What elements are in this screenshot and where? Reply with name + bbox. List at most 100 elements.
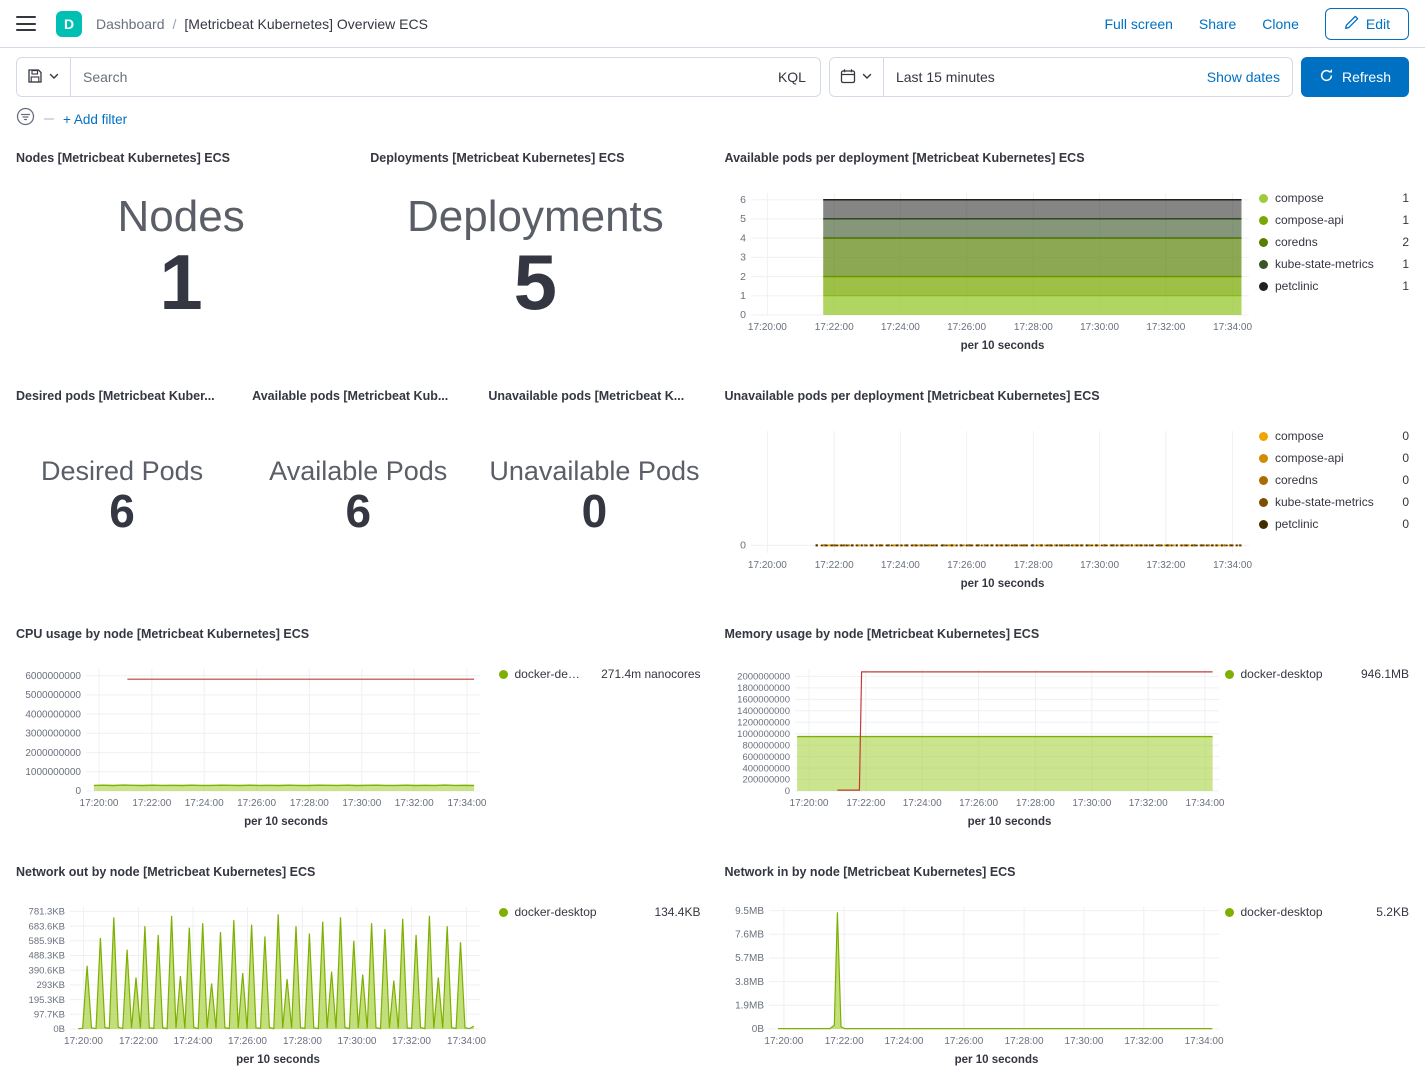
memory-usage-chart[interactable]: 17:20:0017:22:0017:24:0017:26:0017:28:00… bbox=[725, 663, 1225, 813]
legend-item[interactable]: compose-api0 bbox=[1259, 451, 1409, 465]
metric-body: Nodes 1 bbox=[16, 165, 346, 365]
panel-available-pods: Available pods [Metricbeat Kub... Availa… bbox=[244, 381, 472, 611]
panel-unavailable-pods-per-deployment: Unavailable pods per deployment [Metricb… bbox=[717, 381, 1418, 611]
panel-title[interactable]: Network out by node [Metricbeat Kubernet… bbox=[16, 865, 701, 879]
svg-text:17:24:00: 17:24:00 bbox=[902, 798, 941, 809]
legend-dot bbox=[499, 670, 508, 679]
panel-title[interactable]: Nodes [Metricbeat Kubernetes] ECS bbox=[16, 151, 346, 165]
legend-item[interactable]: docker-de…271.4m nanocores bbox=[499, 667, 701, 681]
kql-button[interactable]: KQL bbox=[764, 69, 820, 85]
show-dates-link[interactable]: Show dates bbox=[1195, 69, 1292, 85]
breadcrumb-dashboard-link[interactable]: Dashboard bbox=[96, 16, 165, 32]
legend-item[interactable]: petclinic0 bbox=[1259, 517, 1409, 531]
panel-title[interactable]: Desired pods [Metricbeat Kuber... bbox=[16, 389, 228, 403]
legend-value: 0 bbox=[1394, 429, 1409, 443]
xaxis-label: per 10 seconds bbox=[16, 816, 486, 828]
legend-label: coredns bbox=[1275, 473, 1318, 487]
svg-text:17:26:00: 17:26:00 bbox=[237, 798, 276, 809]
metric-label: Deployments bbox=[407, 192, 664, 242]
legend-item[interactable]: compose-api1 bbox=[1259, 213, 1409, 227]
legend-item[interactable]: coredns0 bbox=[1259, 473, 1409, 487]
chart-legend: docker-de…271.4m nanocores bbox=[499, 663, 701, 681]
time-range-text[interactable]: Last 15 minutes bbox=[884, 69, 1195, 85]
legend-item[interactable]: kube-state-metrics1 bbox=[1259, 257, 1409, 271]
breadcrumb-separator: / bbox=[173, 16, 177, 32]
saved-query-button[interactable] bbox=[17, 58, 71, 96]
unavailable-pods-per-deployment-chart[interactable]: 17:20:0017:22:0017:24:0017:26:0017:28:00… bbox=[725, 425, 1255, 575]
share-link[interactable]: Share bbox=[1199, 16, 1236, 32]
svg-text:17:26:00: 17:26:00 bbox=[959, 798, 998, 809]
edit-button[interactable]: Edit bbox=[1325, 8, 1409, 40]
svg-text:4000000000: 4000000000 bbox=[25, 709, 81, 720]
space-avatar[interactable]: D bbox=[56, 11, 82, 37]
legend-value: 5.2KB bbox=[1368, 905, 1409, 919]
xaxis-label: per 10 seconds bbox=[725, 340, 1255, 352]
panel-title[interactable]: Unavailable pods [Metricbeat K... bbox=[488, 389, 700, 403]
chart-legend: docker-desktop134.4KB bbox=[499, 901, 701, 919]
legend-value: 134.4KB bbox=[646, 905, 700, 919]
legend-item[interactable]: kube-state-metrics0 bbox=[1259, 495, 1409, 509]
svg-text:17:28:00: 17:28:00 bbox=[1015, 798, 1054, 809]
svg-text:17:20:00: 17:20:00 bbox=[747, 322, 786, 333]
hamburger-menu-icon[interactable] bbox=[16, 16, 36, 31]
add-filter-link[interactable]: + Add filter bbox=[63, 112, 127, 127]
refresh-button[interactable]: Refresh bbox=[1301, 57, 1409, 97]
svg-text:17:32:00: 17:32:00 bbox=[395, 798, 434, 809]
panel-memory-usage-by-node: Memory usage by node [Metricbeat Kuberne… bbox=[717, 619, 1418, 849]
metric-value: 5 bbox=[514, 242, 557, 324]
chart-legend: docker-desktop5.2KB bbox=[1225, 901, 1410, 919]
svg-text:17:30:00: 17:30:00 bbox=[342, 798, 381, 809]
fullscreen-link[interactable]: Full screen bbox=[1104, 16, 1172, 32]
legend-dot bbox=[1225, 908, 1234, 917]
svg-text:17:28:00: 17:28:00 bbox=[1013, 560, 1052, 571]
svg-text:683.6KB: 683.6KB bbox=[29, 921, 65, 932]
legend-item[interactable]: petclinic1 bbox=[1259, 279, 1409, 293]
panel-title[interactable]: Deployments [Metricbeat Kubernetes] ECS bbox=[370, 151, 700, 165]
svg-text:0: 0 bbox=[784, 786, 789, 797]
metric-value: 6 bbox=[109, 487, 135, 535]
panel-network-out-by-node: Network out by node [Metricbeat Kubernet… bbox=[8, 857, 709, 1087]
legend-item[interactable]: compose1 bbox=[1259, 191, 1409, 205]
panel-title[interactable]: Memory usage by node [Metricbeat Kuberne… bbox=[725, 627, 1410, 641]
legend-value: 271.4m nanocores bbox=[593, 667, 700, 681]
svg-text:1800000000: 1800000000 bbox=[737, 683, 790, 694]
legend-item[interactable]: compose0 bbox=[1259, 429, 1409, 443]
panel-title[interactable]: Network in by node [Metricbeat Kubernete… bbox=[725, 865, 1410, 879]
svg-text:17:32:00: 17:32:00 bbox=[1146, 560, 1185, 571]
filter-icon[interactable] bbox=[16, 107, 35, 131]
xaxis-label: per 10 seconds bbox=[725, 1054, 1225, 1066]
panel-cpu-usage-by-node: CPU usage by node [Metricbeat Kubernetes… bbox=[8, 619, 709, 849]
svg-text:17:28:00: 17:28:00 bbox=[283, 1036, 322, 1047]
svg-text:17:34:00: 17:34:00 bbox=[1185, 798, 1224, 809]
chart-block: 17:20:0017:22:0017:24:0017:26:0017:28:00… bbox=[725, 901, 1225, 1066]
legend-value: 1 bbox=[1394, 279, 1409, 293]
search-input[interactable] bbox=[71, 58, 764, 96]
network-in-chart[interactable]: 17:20:0017:22:0017:24:0017:26:0017:28:00… bbox=[725, 901, 1225, 1051]
network-out-chart[interactable]: 17:20:0017:22:0017:24:0017:26:0017:28:00… bbox=[16, 901, 486, 1051]
legend-dot bbox=[1259, 432, 1268, 441]
cpu-usage-chart[interactable]: 17:20:0017:22:0017:24:0017:26:0017:28:00… bbox=[16, 663, 486, 813]
svg-text:400000000: 400000000 bbox=[742, 763, 790, 774]
metric-label: Available Pods bbox=[269, 456, 447, 487]
chart-block: 17:20:0017:22:0017:24:0017:26:0017:28:00… bbox=[16, 663, 486, 828]
panel-title[interactable]: Available pods per deployment [Metricbea… bbox=[725, 151, 1410, 165]
svg-text:6000000000: 6000000000 bbox=[25, 671, 81, 682]
panel-title[interactable]: Unavailable pods per deployment [Metricb… bbox=[725, 389, 1410, 403]
panel-title[interactable]: Available pods [Metricbeat Kub... bbox=[252, 389, 464, 403]
xaxis-label: per 10 seconds bbox=[725, 816, 1225, 828]
calendar-button[interactable] bbox=[830, 58, 884, 96]
svg-text:17:30:00: 17:30:00 bbox=[1072, 798, 1111, 809]
chart-block: 17:20:0017:22:0017:24:0017:26:0017:28:00… bbox=[725, 187, 1255, 352]
legend-item[interactable]: docker-desktop134.4KB bbox=[499, 905, 701, 919]
svg-text:17:22:00: 17:22:00 bbox=[846, 798, 885, 809]
legend-item[interactable]: coredns2 bbox=[1259, 235, 1409, 249]
legend-item[interactable]: docker-desktop946.1MB bbox=[1225, 667, 1410, 681]
svg-text:17:28:00: 17:28:00 bbox=[1013, 322, 1052, 333]
clone-link[interactable]: Clone bbox=[1262, 16, 1299, 32]
legend-item[interactable]: docker-desktop5.2KB bbox=[1225, 905, 1410, 919]
legend-label: docker-desktop bbox=[1241, 667, 1323, 681]
panel-title[interactable]: CPU usage by node [Metricbeat Kubernetes… bbox=[16, 627, 701, 641]
svg-text:17:34:00: 17:34:00 bbox=[448, 798, 486, 809]
filter-row: + Add filter bbox=[0, 105, 1425, 141]
available-pods-per-deployment-chart[interactable]: 17:20:0017:22:0017:24:0017:26:0017:28:00… bbox=[725, 187, 1255, 337]
